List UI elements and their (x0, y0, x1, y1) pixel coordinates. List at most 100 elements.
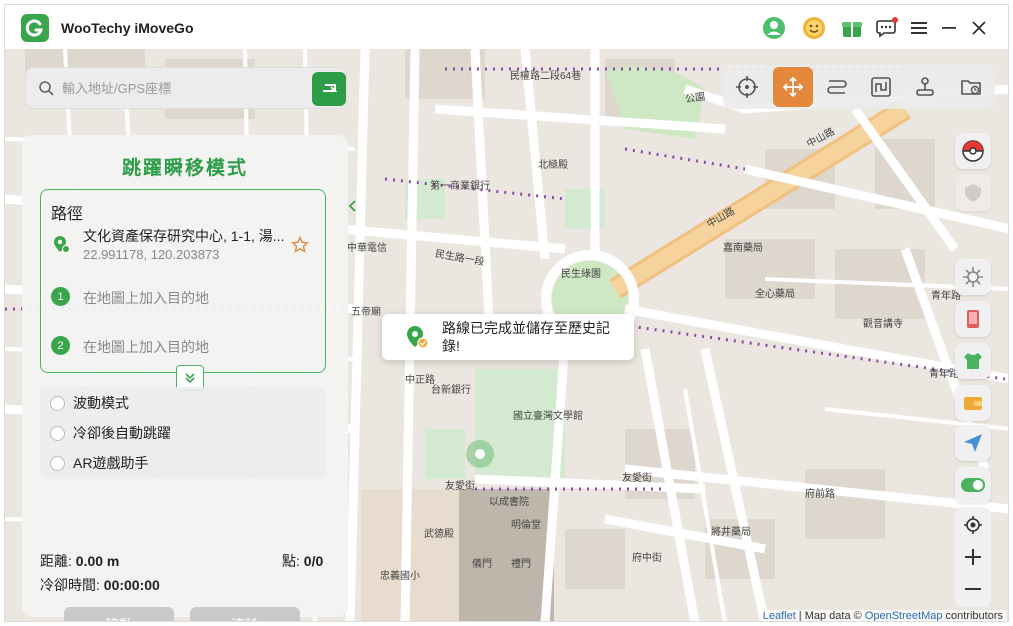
options-box: 波動模式 冷卻後自動跳躍 AR遊戲助手 (40, 387, 326, 479)
start-location-name: 文化資產保存研究中心, 1-1, 湯... (83, 228, 285, 244)
search-input[interactable] (62, 78, 292, 98)
mode-toolbar (723, 65, 995, 109)
gift-icon[interactable] (840, 16, 864, 40)
emoji-icon[interactable] (802, 16, 826, 40)
option-ar-assist[interactable]: AR遊戲助手 (50, 453, 148, 473)
move-button[interactable]: 移動 (64, 607, 174, 621)
waypoint-placeholder[interactable]: 在地圖上加入目的地 (83, 337, 209, 357)
search-icon (38, 80, 54, 101)
leaflet-link[interactable]: Leaflet (763, 610, 796, 621)
locate-icon[interactable] (955, 509, 991, 541)
map-label: 友愛街 (445, 481, 475, 492)
zoom-controls (955, 507, 991, 607)
waypoint-placeholder[interactable]: 在地圖上加入目的地 (83, 288, 209, 308)
distance-label: 距離: (40, 553, 72, 569)
route-label: 路徑 (51, 206, 84, 223)
zoom-in-icon[interactable] (955, 541, 991, 573)
map-label: 全心藥局 (755, 289, 795, 300)
map-label: 觀音講寺 (863, 319, 903, 330)
map-label: 中華電信 (347, 243, 387, 254)
send-icon[interactable] (955, 425, 991, 461)
attribution-suffix: contributors (942, 610, 1003, 622)
map-label: 民生綠園 (561, 269, 601, 280)
virus-icon[interactable] (955, 259, 991, 295)
phone-icon[interactable] (955, 301, 991, 337)
wallet-icon[interactable] (955, 385, 991, 421)
map-label: 北極殿 (538, 160, 568, 171)
map-label: 忠義國小 (380, 571, 420, 582)
cooldown-value: 00:00:00 (103, 577, 160, 593)
map-label: 武德殿 (424, 529, 454, 540)
osm-link[interactable]: OpenStreetMap (865, 610, 943, 621)
pokeball-icon[interactable] (955, 133, 991, 169)
teleport-move-icon[interactable] (773, 67, 813, 107)
title-bar: WooTechy iMoveGo (5, 5, 1008, 49)
option-wave-mode[interactable]: 波動模式 (50, 393, 129, 413)
app-logo-icon (21, 14, 49, 42)
map-label: 以成書院 (489, 497, 529, 508)
start-location-coords: 22.991178, 120.203873 (83, 247, 220, 262)
search-bar (25, 67, 347, 109)
toast-notification: 路線已完成並儲存至歷史記錄! (382, 314, 634, 360)
option-label: AR遊戲助手 (73, 455, 149, 471)
map-label: 第一商業銀行 (430, 181, 490, 192)
double-chevron-down-icon (185, 373, 195, 384)
map-label: 府中街 (632, 553, 662, 564)
map-canvas[interactable]: 民權路二段64巷 公園 北極殿 民生路一段 民生綠園 中山路 中山路 中正路 國… (5, 49, 1008, 622)
map-label: 嘉南藥局 (723, 243, 763, 254)
panel-title: 跳躍瞬移模式 (121, 158, 248, 179)
chevron-left-icon (348, 200, 356, 212)
option-auto-jump[interactable]: 冷卻後自動跳躍 (50, 423, 171, 443)
location-shield-icon[interactable] (955, 175, 991, 211)
minimize-icon[interactable] (937, 16, 961, 40)
waypoint-number: 2 (51, 336, 70, 355)
map-label: 友愛街 (622, 473, 652, 484)
map-label: 儀門 (472, 559, 492, 570)
option-label: 波動模式 (73, 395, 129, 411)
distance-stat: 距離: 0.00 m (40, 551, 119, 571)
route-box: 路徑 文化資產保存研究中心, 1-1, 湯... 22.991178, 120.… (40, 189, 326, 391)
route-saved-icon (407, 326, 429, 349)
two-spot-route-icon[interactable] (817, 67, 857, 107)
shirt-icon[interactable] (955, 343, 991, 379)
toggle-icon[interactable] (955, 467, 991, 503)
user-icon[interactable] (762, 16, 786, 40)
app-title: WooTechy iMoveGo (61, 20, 194, 36)
points-stat: 點: 0/0 (282, 551, 323, 571)
waypoint-number: 1 (51, 287, 70, 306)
return-arrow-icon (323, 84, 338, 92)
multi-spot-route-icon[interactable] (861, 67, 901, 107)
cooldown-stat: 冷卻時間: 00:00:00 (40, 575, 160, 595)
map-attribution: Leaflet | Map data © OpenStreetMap contr… (759, 610, 1006, 622)
radio-button[interactable] (50, 425, 65, 441)
attribution-sep: | Map data © (795, 610, 865, 622)
collapse-panel-button[interactable] (346, 195, 360, 217)
map-label: 國立臺灣文學館 (513, 411, 583, 422)
close-icon[interactable] (967, 16, 991, 40)
radio-button[interactable] (50, 455, 65, 471)
clear-button[interactable]: 清除 (190, 607, 300, 621)
toast-message: 路線已完成並儲存至歷史記錄! (442, 320, 610, 354)
zoom-out-icon[interactable] (955, 573, 991, 605)
map-label: 明倫堂 (511, 520, 541, 531)
map-label: 府前路 (805, 489, 835, 500)
search-go-button[interactable] (312, 72, 346, 106)
map-label: 五帝廟 (351, 307, 381, 318)
map-label: 民權路二段64巷 (510, 71, 582, 82)
app-window: WooTechy iMoveGo 民權路二段64巷 公園 北極殿 民生路一段 民… (4, 4, 1009, 622)
joystick-icon[interactable] (905, 67, 945, 107)
points-label: 點: (282, 553, 300, 569)
map-label: 台新銀行 (431, 385, 471, 396)
option-label: 冷卻後自動跳躍 (73, 425, 171, 441)
radio-button[interactable] (50, 395, 65, 411)
points-value: 0/0 (303, 553, 324, 569)
teleport-panel: 跳躍瞬移模式 路徑 文化資產保存研究中心, 1-1, 湯... 22.99117… (22, 135, 348, 621)
favorite-star-icon[interactable] (290, 235, 310, 259)
map-label: 將井藥局 (711, 527, 751, 538)
map-label: 禮門 (511, 559, 531, 570)
chat-icon[interactable] (875, 16, 899, 40)
history-folder-icon[interactable] (951, 67, 991, 107)
start-pin-icon (51, 234, 71, 259)
crosshair-icon[interactable] (727, 67, 767, 107)
menu-icon[interactable] (907, 16, 931, 40)
